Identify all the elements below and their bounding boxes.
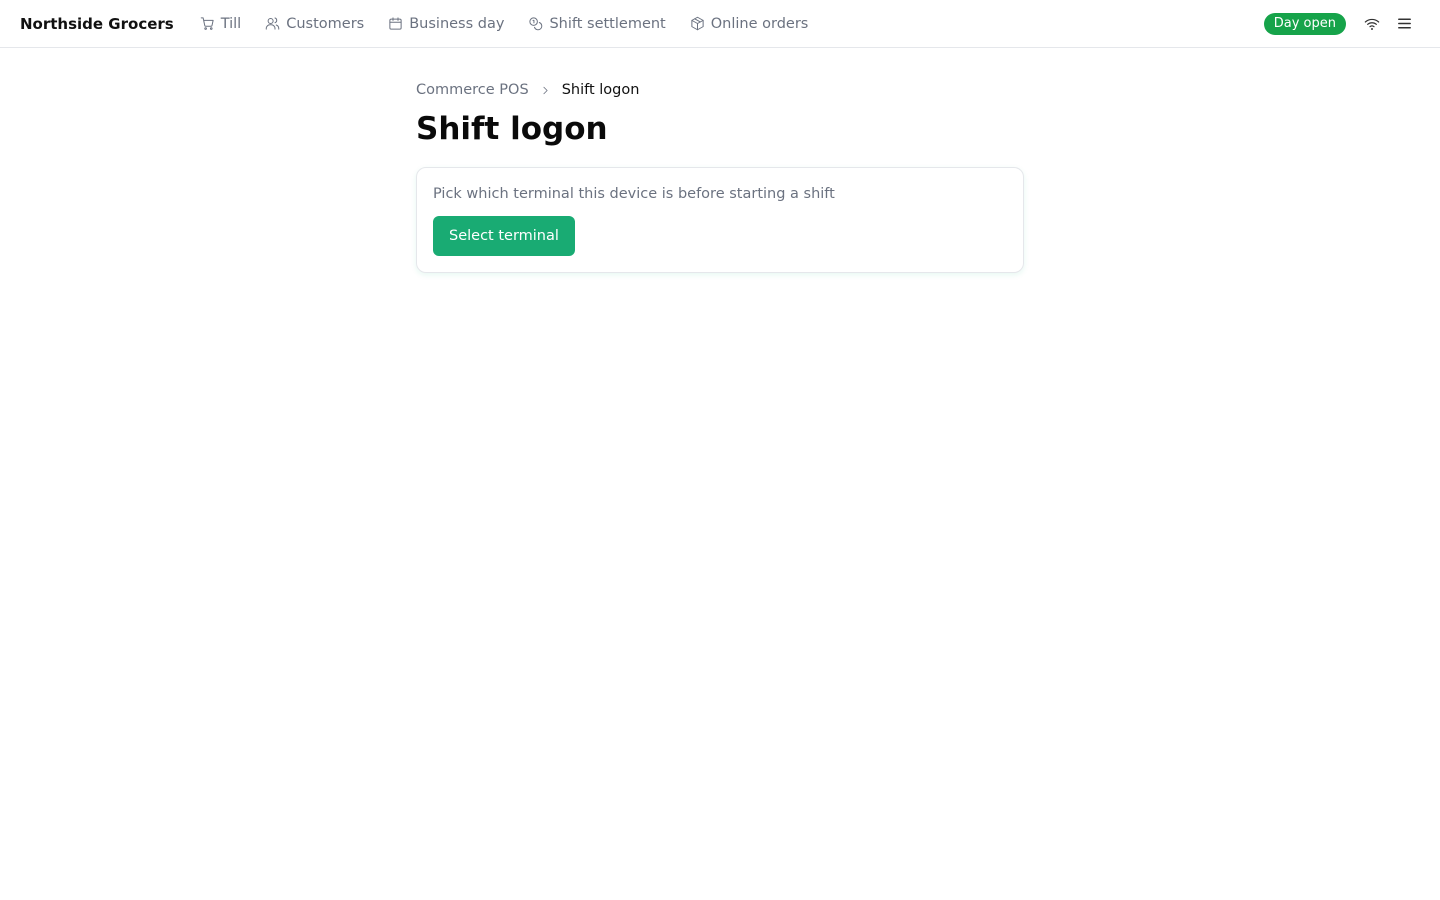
main-nav: Till Customers Business day Shift settle…	[200, 16, 833, 32]
coins-icon	[529, 17, 543, 31]
menu-icon	[1397, 18, 1411, 29]
card-description: Pick which terminal this device is befor…	[433, 186, 835, 202]
main-content: Commerce POS Shift logon Shift logon Pic…	[416, 48, 1024, 273]
nav-item-label: Customers	[286, 15, 365, 32]
nav-item-label: Business day	[409, 15, 505, 32]
terminal-selection-card: Pick which terminal this device is befor…	[416, 167, 1024, 273]
brand-name[interactable]: Northside Grocers	[20, 15, 174, 33]
page-title: Shift logon	[416, 111, 608, 147]
breadcrumb-current: Shift logon	[561, 82, 640, 98]
nav-item-till[interactable]: Till	[200, 15, 242, 32]
nav-item-label: Shift settlement	[549, 15, 666, 32]
status-badge: Day open	[1263, 12, 1346, 35]
breadcrumb-parent-link[interactable]: Commerce POS	[416, 80, 529, 100]
users-icon	[265, 17, 280, 30]
nav-item-customers[interactable]: Customers	[265, 16, 364, 32]
chevron-right-icon	[539, 84, 552, 97]
top-navigation-bar: Northside Grocers Till Customers Busines…	[0, 0, 1440, 48]
nav-item-label: Till	[220, 15, 242, 32]
breadcrumb: Commerce POS Shift logon	[416, 80, 1024, 100]
wifi-icon	[1364, 18, 1380, 30]
connection-status-button[interactable]	[1356, 8, 1388, 40]
nav-item-shift-settlement[interactable]: Shift settlement	[528, 15, 666, 32]
select-terminal-button[interactable]: Select terminal	[433, 216, 575, 256]
topbar-right-group: Day open	[1263, 8, 1420, 40]
nav-item-label: Online orders	[710, 15, 809, 32]
cart-icon	[200, 17, 214, 30]
calendar-icon	[389, 17, 402, 30]
menu-button[interactable]	[1388, 8, 1420, 40]
package-icon	[691, 16, 704, 31]
nav-item-online-orders[interactable]: Online orders	[690, 15, 809, 32]
nav-item-business-day[interactable]: Business day	[388, 16, 504, 32]
